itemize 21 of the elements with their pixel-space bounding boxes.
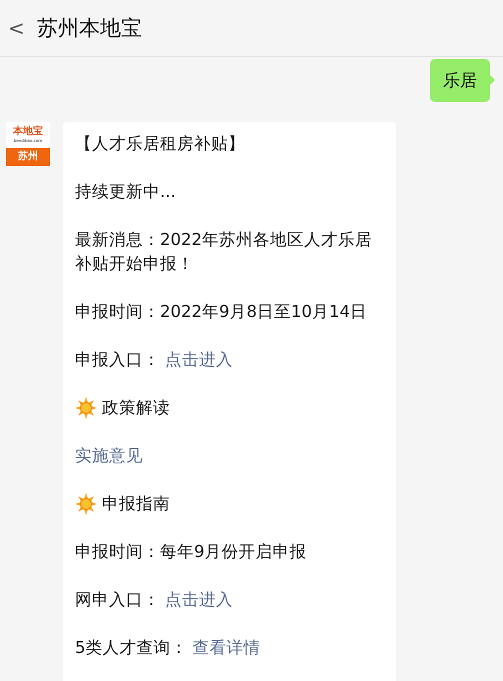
section-heading: 申报指南 (102, 493, 170, 515)
link[interactable]: 查看详情 (192, 636, 260, 660)
logo-city: 苏州 (6, 148, 50, 166)
back-button[interactable]: < (8, 16, 25, 40)
sun-icon (75, 397, 97, 419)
message-text: 5类人才查询： (75, 637, 188, 659)
message-text: 最新消息：2022年苏州各地区人才乐居补贴开始申报！ (75, 229, 373, 275)
message-text: 【人才乐居租房补贴】 (75, 133, 246, 155)
message-text: 申报时间：2022年9月8日至10月14日 (75, 301, 368, 323)
message-text: 申报入口： (75, 349, 160, 371)
message-text: 持续更新中... (75, 181, 177, 203)
link[interactable]: 点击进入 (165, 348, 233, 372)
link[interactable]: 实施意见 (75, 444, 143, 468)
sun-icon (75, 493, 97, 515)
message-text: 申报时间：每年9月份开启申报 (75, 541, 308, 563)
sent-message: 乐居 (430, 59, 495, 102)
link[interactable]: 点击进入 (165, 588, 233, 612)
section-heading: 政策解读 (102, 397, 170, 419)
message-text: 网申入口： (75, 589, 160, 611)
logo-text: 本地宝 (13, 125, 43, 138)
chat-title: 苏州本地宝 (36, 15, 142, 42)
